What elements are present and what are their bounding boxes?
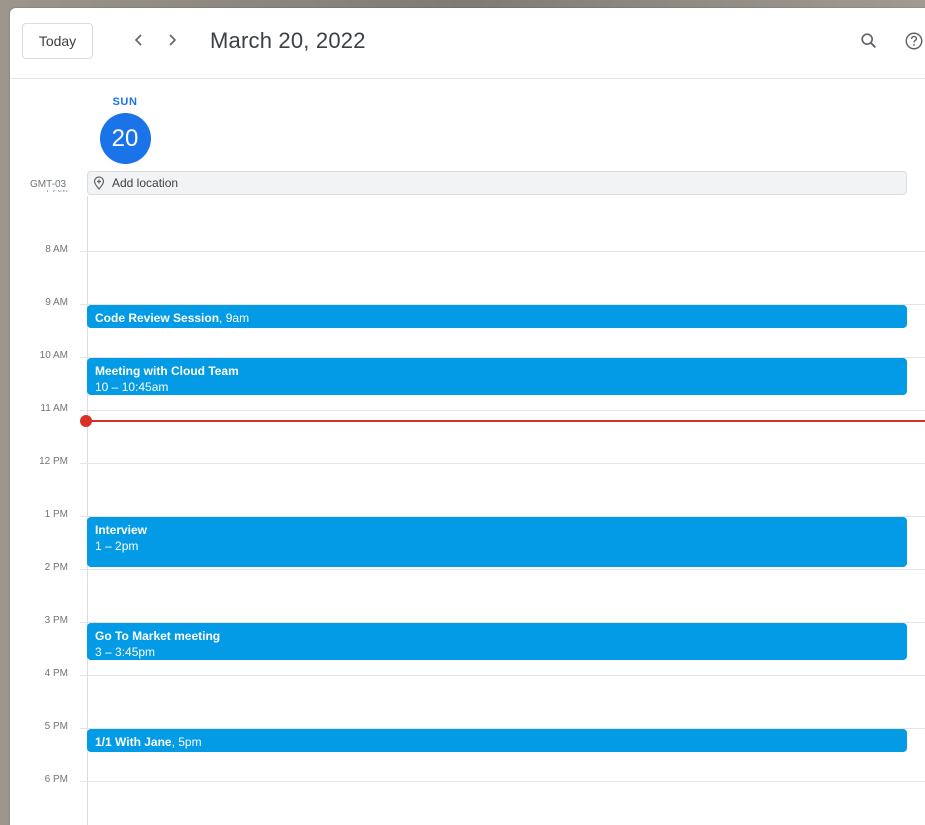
hour-row-2pm: 2 PM — [10, 562, 925, 573]
hour-line — [80, 675, 925, 676]
hour-row-12pm: 12 PM — [10, 456, 925, 467]
hour-row-7am: 7 AM — [10, 190, 925, 197]
add-location-label: Add location — [112, 176, 179, 190]
date-number-button[interactable]: 20 — [99, 113, 151, 164]
current-time-line — [87, 420, 925, 422]
event-title: 1/1 With Jane — [95, 735, 172, 749]
event-time: , 9am — [219, 311, 250, 325]
hour-label: 7 AM — [10, 190, 68, 196]
chevron-right-icon[interactable] — [160, 28, 184, 52]
hour-label: 2 PM — [44, 562, 68, 573]
event-title: Code Review Session — [95, 311, 220, 325]
hour-line — [80, 463, 925, 464]
hour-label: 10 AM — [39, 350, 68, 361]
event-time: 1 – 2pm — [95, 539, 139, 553]
event-title: Meeting with Cloud Team — [95, 364, 239, 378]
hour-label: 4 PM — [44, 668, 68, 679]
chevron-left-icon[interactable] — [127, 28, 151, 52]
event-one-on-one-jane[interactable]: 1/1 With Jane, 5pm — [87, 729, 907, 752]
day-header: SUN 20 — [90, 96, 160, 164]
hour-line — [80, 410, 925, 411]
event-title: Go To Market meeting — [95, 629, 221, 643]
event-interview[interactable]: Interview 1 – 2pm — [87, 517, 907, 567]
event-code-review[interactable]: Code Review Session, 9am — [87, 305, 907, 328]
hour-label: 9 AM — [45, 297, 68, 308]
help-icon[interactable] — [903, 30, 925, 52]
hour-line — [80, 781, 925, 782]
hour-row-6pm: 6 PM — [10, 774, 925, 785]
event-time: 3 – 3:45pm — [95, 645, 156, 659]
hour-label: 8 AM — [45, 244, 68, 255]
event-time: 10 – 10:45am — [95, 380, 169, 394]
hour-label: 6 PM — [44, 774, 68, 785]
event-time: , 5pm — [171, 735, 202, 749]
timezone-label: GMT-03 — [30, 179, 67, 190]
day-grid[interactable]: 7 AM 8 AM 9 AM 10 AM 11 AM 12 PM 1 PM 2 — [10, 190, 925, 825]
event-cloud-team-meeting[interactable]: Meeting with Cloud Team 10 – 10:45am — [87, 358, 907, 395]
hour-row-8am: 8 AM — [10, 244, 925, 255]
hour-label: 5 PM — [44, 721, 68, 732]
weekday-label: SUN — [112, 96, 138, 108]
hour-line — [80, 251, 925, 252]
hour-row-11am: 11 AM — [10, 403, 925, 414]
hour-row-4pm: 4 PM — [10, 668, 925, 679]
hour-label: 3 PM — [44, 615, 68, 626]
hour-label: 11 AM — [40, 403, 68, 414]
add-location-icon — [93, 176, 105, 190]
hour-label: 12 PM — [39, 456, 68, 467]
date-title: March 20, 2022 — [210, 28, 366, 53]
top-toolbar: Today March 20, 2022 — [10, 8, 925, 79]
event-title: Interview — [95, 523, 148, 537]
hour-line — [80, 569, 925, 570]
today-button[interactable]: Today — [22, 23, 93, 59]
event-go-to-market[interactable]: Go To Market meeting 3 – 3:45pm — [87, 623, 907, 660]
hour-label: 1 PM — [44, 509, 68, 520]
search-icon[interactable] — [858, 30, 880, 52]
calendar-window: Today March 20, 2022 SUN 20 GMT-03 Add l… — [10, 8, 925, 825]
add-location-button[interactable]: Add location — [87, 171, 907, 195]
